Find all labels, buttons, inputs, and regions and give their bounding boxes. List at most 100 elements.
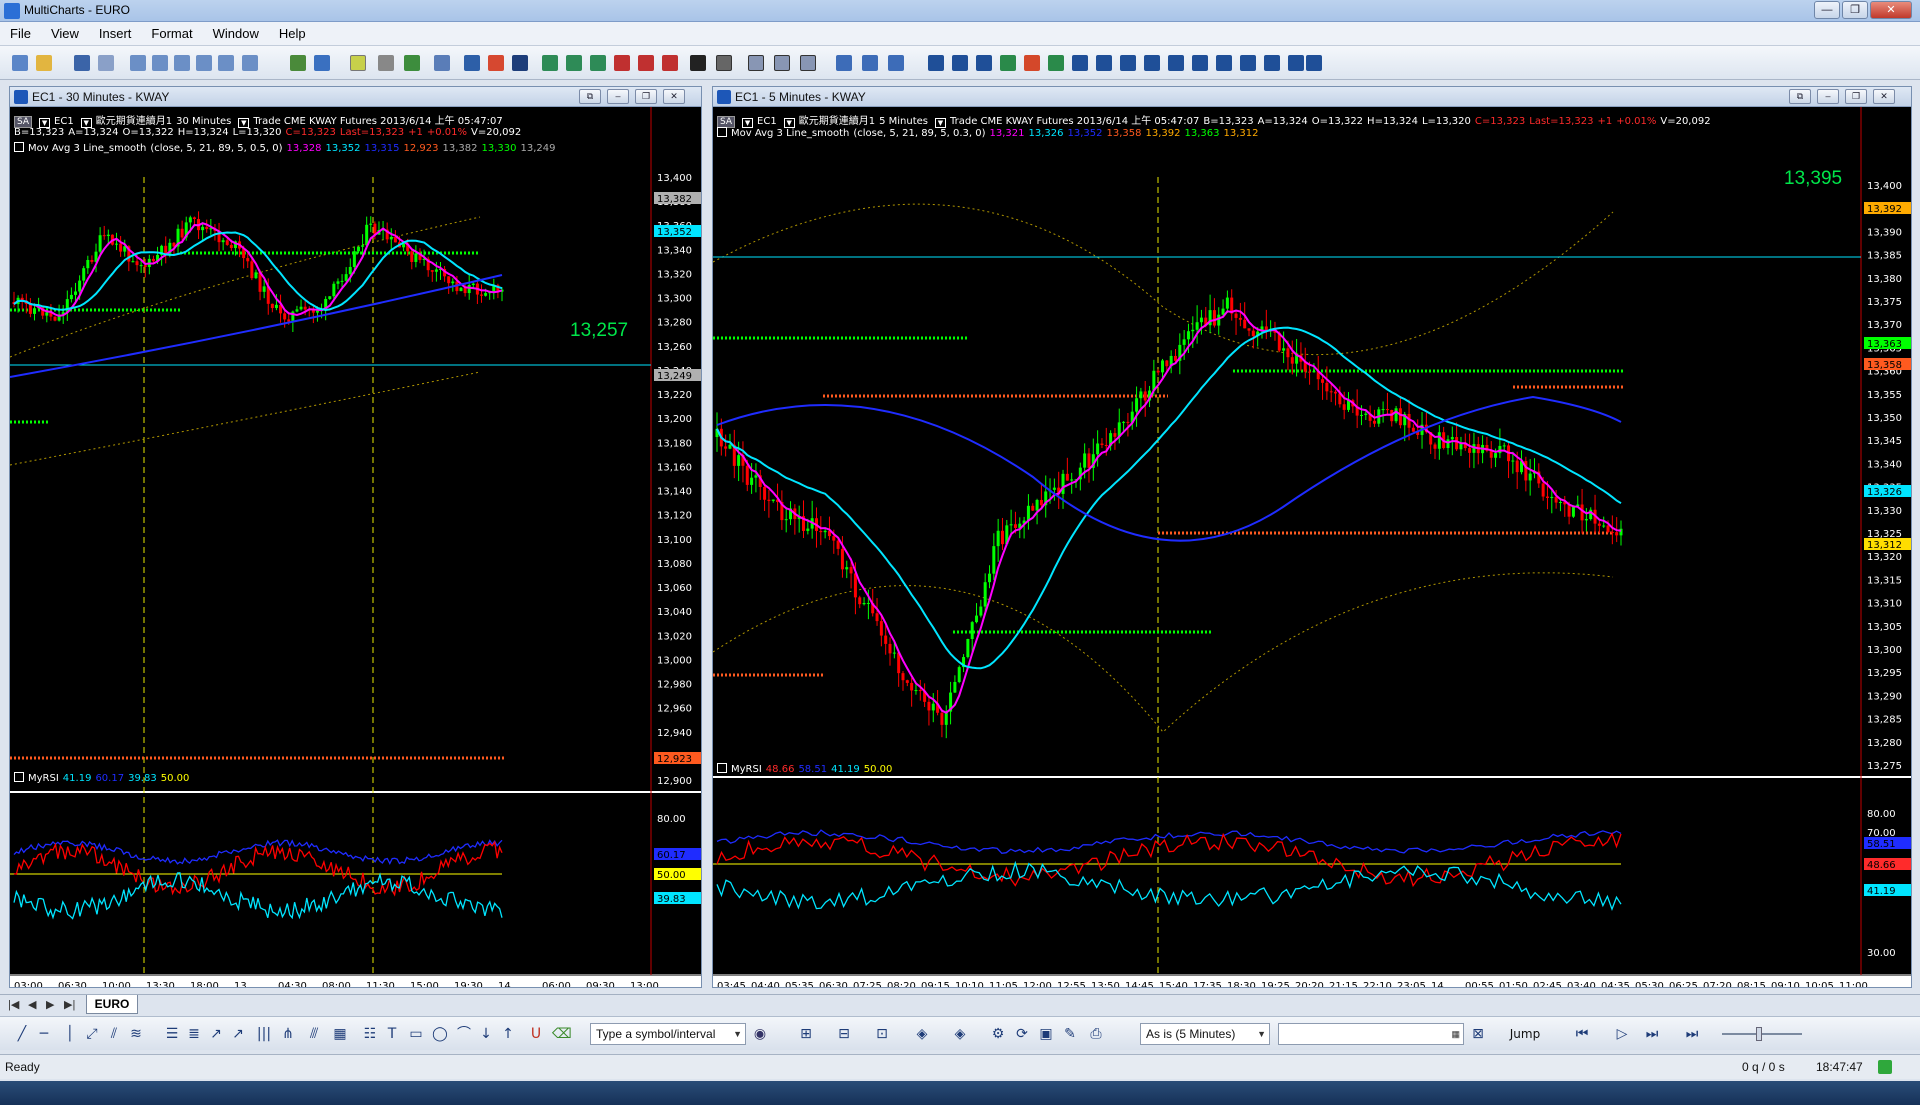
symbol-input[interactable]: Type a symbol/interval ▼: [590, 1023, 746, 1045]
close-icon[interactable]: ✕: [1873, 89, 1895, 104]
window-layout-2-icon[interactable]: [774, 55, 790, 71]
first-sheet-icon[interactable]: |◀: [8, 998, 19, 1011]
study-checkbox[interactable]: [717, 127, 727, 137]
layout-icon[interactable]: ▣: [1038, 1026, 1054, 1042]
fib-retracement-icon[interactable]: ☰: [164, 1026, 180, 1042]
print-icon[interactable]: ⎙: [1088, 1026, 1104, 1042]
bar-spacing-icon[interactable]: [1096, 55, 1112, 71]
rsi-checkbox[interactable]: [14, 772, 24, 782]
play-icon[interactable]: ▷: [1614, 1026, 1630, 1042]
cycle-icon[interactable]: |||: [256, 1026, 272, 1042]
drawing-mode-icon[interactable]: [350, 55, 366, 71]
step-forward-icon[interactable]: ⏭: [1644, 1026, 1660, 1042]
new-portfolio-icon[interactable]: [196, 55, 212, 71]
next-sheet-icon[interactable]: ▶: [46, 998, 54, 1011]
restore-icon[interactable]: ❐: [635, 89, 657, 104]
left-chart-titlebar[interactable]: EC1 - 30 Minutes - KWAY ⧉ – ❐ ✕: [10, 87, 701, 107]
new-report-icon[interactable]: [218, 55, 234, 71]
date-input[interactable]: ▦: [1278, 1023, 1464, 1045]
chart-type-icon[interactable]: ⊞: [798, 1026, 814, 1042]
save-icon[interactable]: [74, 55, 90, 71]
restore-icon[interactable]: ❐: [1845, 89, 1867, 104]
insert-study-icon[interactable]: [290, 55, 306, 71]
jump-button[interactable]: Jump: [1500, 1026, 1550, 1042]
link-icon[interactable]: [1240, 55, 1256, 71]
new-scanner-icon[interactable]: [152, 55, 168, 71]
ellipse-icon[interactable]: ◯: [432, 1026, 448, 1042]
detach-icon[interactable]: ⧉: [1789, 89, 1811, 104]
menu-insert[interactable]: Insert: [89, 22, 142, 46]
search-icon[interactable]: [1168, 55, 1184, 71]
vertical-line-icon[interactable]: │: [62, 1026, 78, 1042]
close-button[interactable]: ✕: [1870, 1, 1912, 19]
arrange-icon[interactable]: [888, 55, 904, 71]
window-layout-3-icon[interactable]: [800, 55, 816, 71]
hand-icon[interactable]: [1306, 55, 1322, 71]
cursor-icon[interactable]: [690, 55, 706, 71]
connection-status-icon[interactable]: [1878, 1060, 1892, 1074]
zoom-in-icon[interactable]: [976, 55, 992, 71]
histogram-icon[interactable]: [638, 55, 654, 71]
tile-icon[interactable]: [862, 55, 878, 71]
last-bar-icon[interactable]: ⏭: [1684, 1026, 1700, 1042]
gann-icon[interactable]: ↗: [208, 1026, 224, 1042]
refresh-icon[interactable]: [1192, 55, 1208, 71]
chevron-down-icon[interactable]: ▼: [733, 1024, 742, 1044]
settings-icon[interactable]: ⚙: [990, 1026, 1006, 1042]
channel-icon[interactable]: ⫽: [106, 1026, 122, 1042]
chart-style-icon[interactable]: ⊟: [836, 1026, 852, 1042]
right-chart-canvas[interactable]: 13,400 13,395 13,390 13,385 13,380 13,375 13,3…: [713, 107, 1912, 988]
tools-icon[interactable]: ✎: [1062, 1026, 1078, 1042]
menu-file[interactable]: File: [0, 22, 41, 46]
strategy-icon[interactable]: [404, 55, 420, 71]
chevron-down-icon[interactable]: [378, 55, 394, 71]
window-layout-1-icon[interactable]: [748, 55, 764, 71]
fibonacci-icon[interactable]: ≋: [128, 1026, 144, 1042]
menu-window[interactable]: Window: [203, 22, 269, 46]
menu-help[interactable]: Help: [269, 22, 316, 46]
list-icon[interactable]: ☷: [362, 1026, 378, 1042]
strategy-list-icon[interactable]: ◈: [952, 1026, 968, 1042]
left-chart-canvas[interactable]: 13,40013,38013,36013,34013,32013,30013,2…: [10, 107, 702, 988]
right-chart-window[interactable]: EC1 - 5 Minutes - KWAY ⧉ – ❐ ✕ 13,400 13,…: [712, 86, 1912, 988]
bar-chart-icon[interactable]: [464, 55, 480, 71]
new-window-icon[interactable]: [242, 55, 258, 71]
prev-sheet-icon[interactable]: ◀: [28, 998, 36, 1011]
horizontal-line-icon[interactable]: ─: [36, 1026, 52, 1042]
rsi-checkbox[interactable]: [717, 763, 727, 773]
new-workspace-icon[interactable]: [12, 55, 28, 71]
alert-icon[interactable]: [1024, 55, 1040, 71]
arrow-up-icon[interactable]: ↑: [500, 1026, 516, 1042]
arrow-down-icon[interactable]: ↓: [478, 1026, 494, 1042]
speed-slider[interactable]: [1722, 1033, 1802, 1035]
last-sheet-icon[interactable]: ▶|: [64, 998, 75, 1011]
detach-icon[interactable]: ⧉: [579, 89, 601, 104]
data-window-icon[interactable]: [434, 55, 450, 71]
regression-icon[interactable]: ⫻: [306, 1026, 322, 1042]
format-icon[interactable]: [314, 55, 330, 71]
right-chart-titlebar[interactable]: EC1 - 5 Minutes - KWAY ⧉ – ❐ ✕: [713, 87, 1911, 107]
indicator-list-icon[interactable]: ◈: [914, 1026, 930, 1042]
calendar-icon[interactable]: ▦: [1451, 1024, 1460, 1044]
minimize-icon[interactable]: –: [1817, 89, 1839, 104]
eraser-icon[interactable]: ⌫: [552, 1026, 572, 1042]
text-icon[interactable]: T: [384, 1026, 400, 1042]
expand-icon[interactable]: [1144, 55, 1160, 71]
go-icon[interactable]: ◉: [752, 1026, 768, 1042]
step-icon[interactable]: [1072, 55, 1088, 71]
save-as-icon[interactable]: [98, 55, 114, 71]
fib-extension-icon[interactable]: ≣: [186, 1026, 202, 1042]
close-icon[interactable]: ✕: [663, 89, 685, 104]
andrews-pitchfork-icon[interactable]: ⋔: [280, 1026, 296, 1042]
speed-slider-thumb[interactable]: [1756, 1027, 1762, 1041]
eye-icon[interactable]: [1264, 55, 1280, 71]
trendline-icon[interactable]: ╱: [14, 1026, 30, 1042]
new-dom-icon[interactable]: [174, 55, 190, 71]
chevron-down-icon[interactable]: ▼: [1257, 1024, 1266, 1044]
first-bar-icon[interactable]: ⏮: [1574, 1026, 1590, 1042]
arc-icon[interactable]: ⌒: [456, 1026, 472, 1042]
stats-icon[interactable]: [662, 55, 678, 71]
left-chart-window[interactable]: EC1 - 30 Minutes - KWAY ⧉ – ❐ ✕ 13,400 13…: [9, 86, 702, 988]
interval-select[interactable]: As is (5 Minutes) ▼: [1140, 1023, 1270, 1045]
menu-format[interactable]: Format: [141, 22, 202, 46]
